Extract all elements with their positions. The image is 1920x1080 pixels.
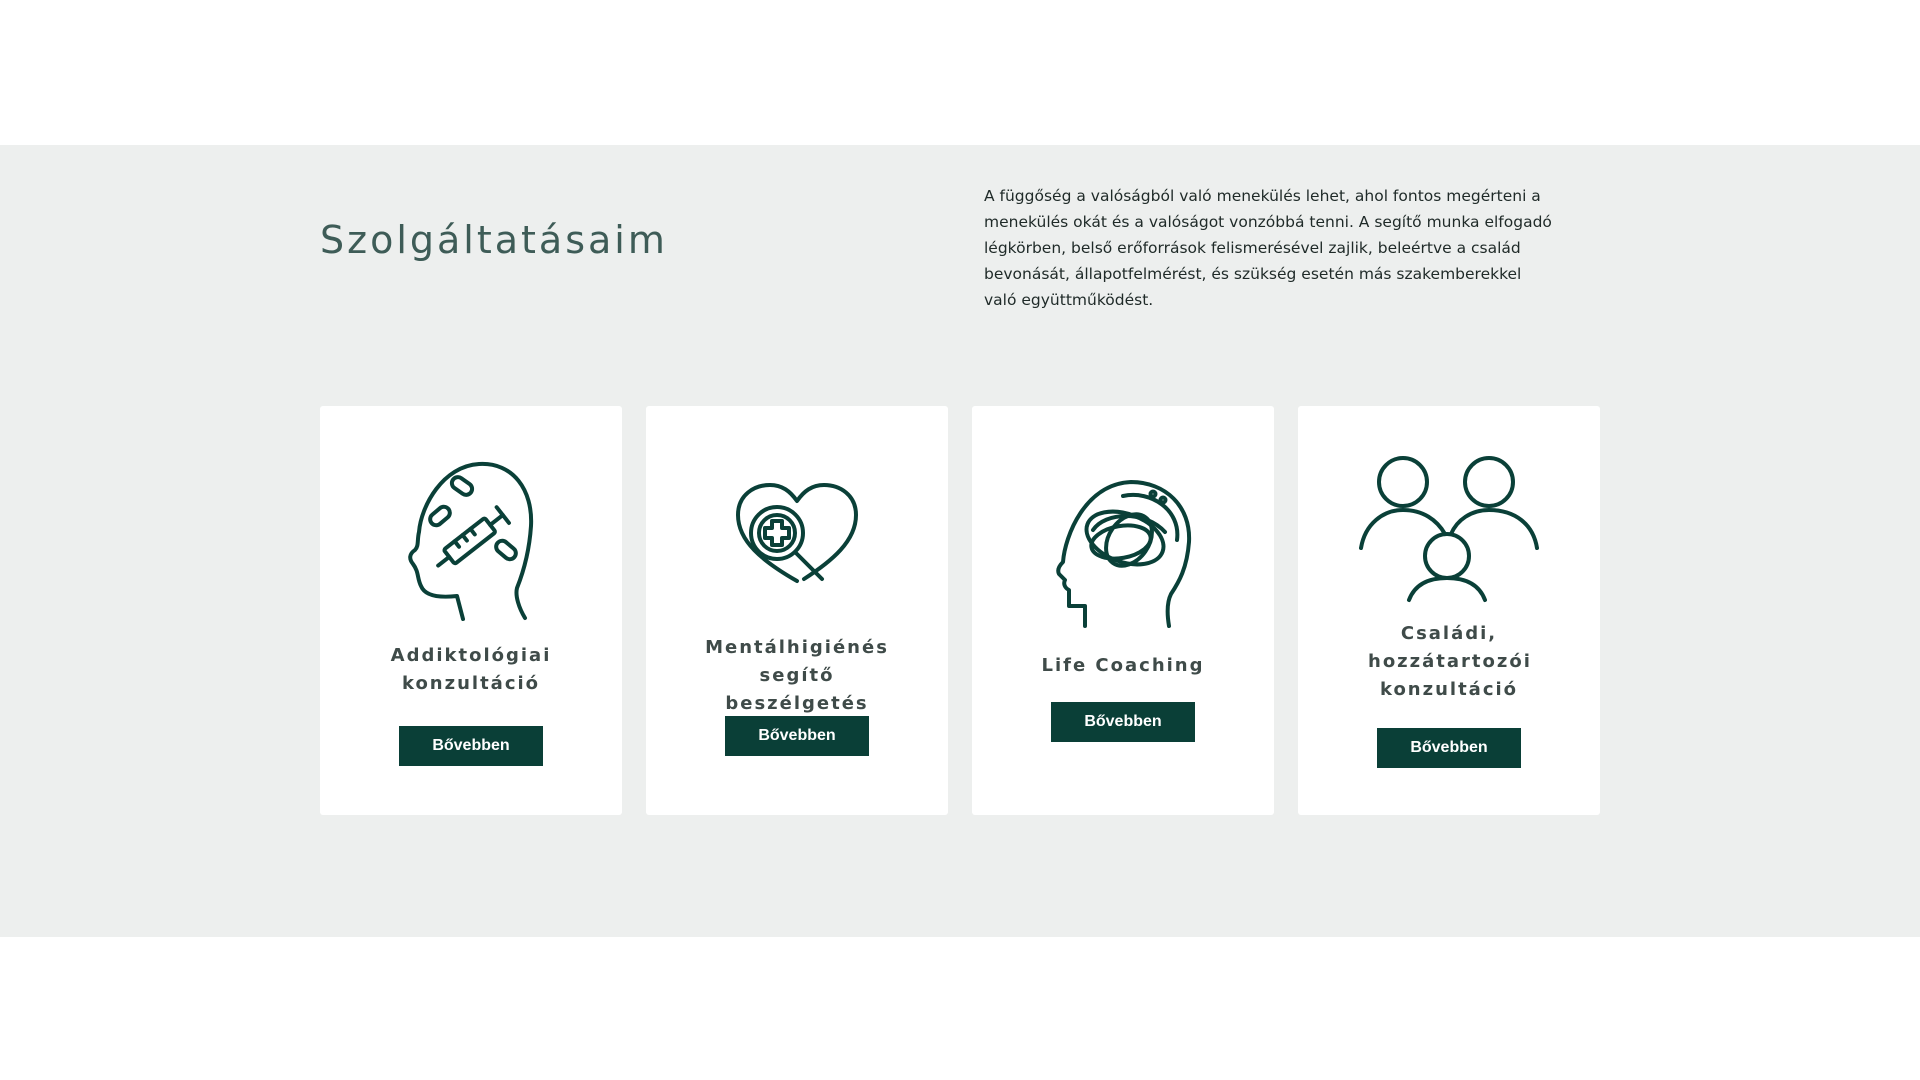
card-title: Családi, hozzátartozói konzultáció xyxy=(1368,623,1532,700)
service-card-life-coaching: Life Coaching Bővebben xyxy=(972,406,1274,815)
service-card-addiction: Addiktológiai konzultáció Bővebben xyxy=(320,406,622,815)
heart-magnifier-icon xyxy=(736,483,858,583)
services-section xyxy=(0,145,1920,937)
card-title: Life Coaching xyxy=(1041,655,1205,676)
more-button[interactable]: Bővebben xyxy=(1377,728,1521,768)
intro-text: A függőség a valóságból való menekülés l… xyxy=(984,187,1552,309)
service-card-family: Családi, hozzátartozói konzultáció Bőveb… xyxy=(1298,406,1600,815)
service-card-mental-health: Mentálhigiénés segítő beszélgetés Bővebb… xyxy=(646,406,948,815)
card-title: Mentálhigiénés segítő beszélgetés xyxy=(705,637,889,714)
card-title: Addiktológiai konzultáció xyxy=(390,645,552,694)
more-button[interactable]: Bővebben xyxy=(725,716,869,756)
head-syringe-pills-icon xyxy=(408,461,534,621)
head-scribble-icon xyxy=(1056,480,1192,628)
more-button[interactable]: Bővebben xyxy=(399,726,543,766)
section-title: Szolgáltatásaim xyxy=(320,218,668,262)
family-group-icon xyxy=(1359,456,1539,602)
more-button[interactable]: Bővebben xyxy=(1051,702,1195,742)
